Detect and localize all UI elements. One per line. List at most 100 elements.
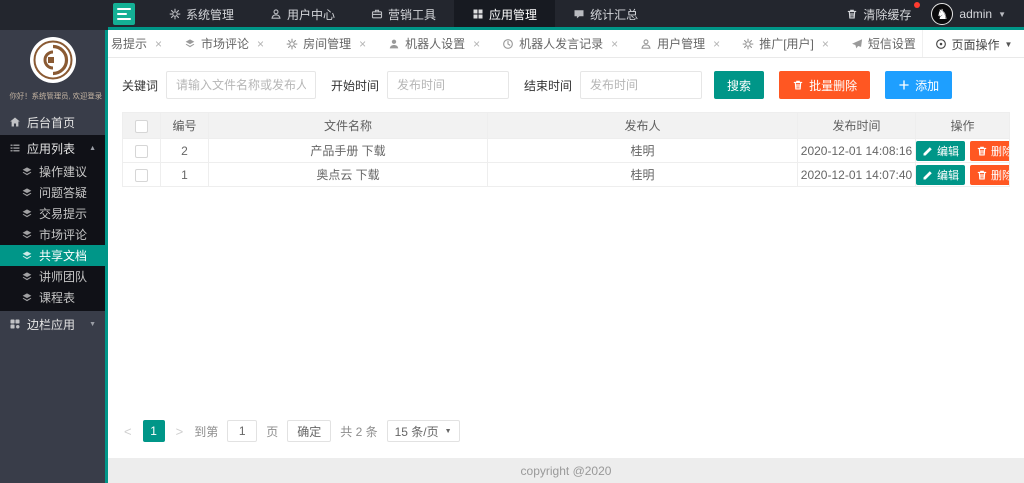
topbar-menu: 系统管理 用户中心 营销工具 应用管理 统计汇总 [151, 0, 656, 30]
cell-file-name: 产品手册 下载 [208, 138, 488, 163]
sidebar-subitem-2[interactable]: 问题答疑 [0, 182, 105, 203]
logo [29, 37, 76, 83]
tab-label: 机器人设置 [405, 37, 466, 51]
sidebar-subitem-label: 课程表 [39, 291, 76, 305]
page-size-select[interactable]: 15 条/页 ▼ [386, 420, 460, 442]
table-header-row: 编号 文件名称 发布人 发布时间 操作 [122, 112, 1010, 139]
gear-icon [169, 8, 181, 20]
tab-7[interactable]: 推广[用户] × [731, 30, 840, 57]
start-time-input[interactable] [387, 71, 510, 99]
jump-prefix-label: 到第 [194, 424, 219, 439]
clock-icon [502, 38, 514, 50]
sidebar-subitem-5[interactable]: 共享文档 [0, 245, 105, 266]
close-icon[interactable]: × [713, 37, 720, 51]
chevron-down-icon: ▼ [998, 9, 1006, 19]
user-icon [640, 38, 652, 50]
topbar-right: 清除缓存 ♞ admin ▼ [846, 1, 1024, 27]
grid-icon [472, 8, 484, 20]
select-all-checkbox[interactable] [135, 119, 148, 133]
close-icon[interactable]: × [611, 37, 618, 51]
avatar: ♞ [931, 3, 954, 25]
tab-strip: 易提示 × 市场评论 × 房间管理 × 机器人设置 × 机器人发言记录 × 用户管理 × 推广[用户] ×… [108, 30, 1024, 58]
page-actions-button[interactable]: 页面操作 ▼ [922, 30, 1024, 57]
end-time-label: 结束时间 [524, 78, 573, 93]
row-checkbox[interactable] [135, 168, 148, 182]
tab-5[interactable]: 机器人发言记录 × [491, 30, 629, 57]
close-icon[interactable]: × [155, 37, 162, 51]
trash-icon [976, 169, 988, 181]
clear-cache-label: 清除缓存 [863, 7, 912, 22]
current-page-button[interactable]: 1 [142, 420, 165, 442]
pencil-icon [922, 145, 934, 157]
select-all-cell [122, 112, 161, 139]
topbar-item-2[interactable]: 用户中心 [252, 0, 353, 30]
sidebar-item-home[interactable]: 后台首页 [0, 109, 105, 135]
tab-6[interactable]: 用户管理 × [629, 30, 731, 57]
tab-4[interactable]: 机器人设置 × [377, 30, 491, 57]
user-menu[interactable]: ♞ admin ▼ [931, 3, 1006, 25]
pencil-icon [922, 169, 934, 181]
sidebar: 你好！系统管理员, 欢迎登录 后台首页 应用列表 ▲ 操作建议 问题答疑 交易提示市场评… [0, 30, 108, 483]
row-checkbox[interactable] [135, 144, 148, 158]
edit-button[interactable]: 编辑 [916, 140, 965, 161]
layers-icon [21, 250, 33, 262]
confirm-page-button[interactable]: 确定 [287, 420, 332, 442]
topbar-item-4[interactable]: 应用管理 [454, 0, 556, 30]
close-icon[interactable]: × [822, 37, 829, 51]
collapse-menu-icon[interactable] [113, 3, 135, 25]
delete-button[interactable]: 删除 [970, 140, 1009, 161]
sidebar-subitem-7[interactable]: 课程表 [0, 287, 105, 308]
close-icon[interactable]: × [473, 37, 480, 51]
sidebar-subitem-3[interactable]: 交易提示 [0, 203, 105, 224]
prev-page-button[interactable]: < [122, 424, 134, 439]
tab-2[interactable]: 市场评论 × [173, 30, 275, 57]
tools-icon [371, 8, 383, 20]
tab-label: 市场评论 [201, 37, 250, 51]
tab-label: 房间管理 [303, 37, 352, 51]
layers-icon [184, 38, 196, 50]
sidebar-subitem-label: 讲师团队 [39, 270, 88, 284]
close-icon[interactable]: × [359, 37, 366, 51]
jump-page-input[interactable] [227, 420, 258, 442]
end-time-input[interactable] [580, 71, 703, 99]
column-header: 发布时间 [797, 112, 916, 139]
home-icon [9, 116, 21, 128]
sidebar-subitem-4[interactable]: 市场评论 [0, 224, 105, 245]
footer: copyright @2020 [108, 458, 1024, 483]
chat-icon [573, 8, 585, 20]
topbar-item-3[interactable]: 营销工具 [353, 0, 454, 30]
next-page-button[interactable]: > [174, 424, 186, 439]
page-actions-label: 页面操作 [951, 37, 1000, 52]
sidebar-header: 你好！系统管理员, 欢迎登录 [0, 30, 105, 102]
gear-icon [286, 38, 298, 50]
add-button[interactable]: 添加 [885, 71, 953, 99]
sidebar-subitem-6[interactable]: 讲师团队 [0, 266, 105, 287]
add-button-label: 添加 [915, 78, 940, 93]
keyword-input[interactable] [166, 71, 317, 99]
layers-icon [21, 208, 33, 220]
batch-delete-button[interactable]: 批量删除 [779, 71, 871, 99]
list-icon [9, 142, 21, 154]
notification-dot [914, 1, 921, 8]
sidebar-subitem-label: 市场评论 [39, 228, 88, 242]
sidebar-group-1[interactable]: 应用列表 ▲ [0, 135, 105, 161]
sidebar-subitem-1[interactable]: 操作建议 [0, 161, 105, 182]
clear-cache-button[interactable]: 清除缓存 [846, 1, 921, 23]
send-icon [851, 38, 863, 50]
batch-delete-label: 批量删除 [809, 78, 858, 93]
search-button[interactable]: 搜索 [714, 71, 765, 99]
topbar-item-1[interactable]: 系统管理 [151, 0, 252, 30]
cell-id: 1 [160, 162, 209, 187]
edit-button[interactable]: 编辑 [916, 164, 965, 185]
sidebar-group-2[interactable]: 边栏应用 ▼ [0, 311, 105, 337]
tab-3[interactable]: 房间管理 × [275, 30, 377, 57]
layout: 你好！系统管理员, 欢迎登录 后台首页 应用列表 ▲ 操作建议 问题答疑 交易提示市场评… [0, 30, 1024, 483]
topbar-item-label: 营销工具 [388, 7, 437, 22]
tab-1[interactable]: 易提示 × [108, 30, 173, 57]
user-filled-icon [388, 38, 400, 50]
topbar-item-5[interactable]: 统计汇总 [555, 0, 656, 30]
layers-icon [21, 166, 33, 178]
gear-icon [742, 38, 754, 50]
close-icon[interactable]: × [257, 37, 264, 51]
delete-button[interactable]: 删除 [970, 164, 1009, 185]
